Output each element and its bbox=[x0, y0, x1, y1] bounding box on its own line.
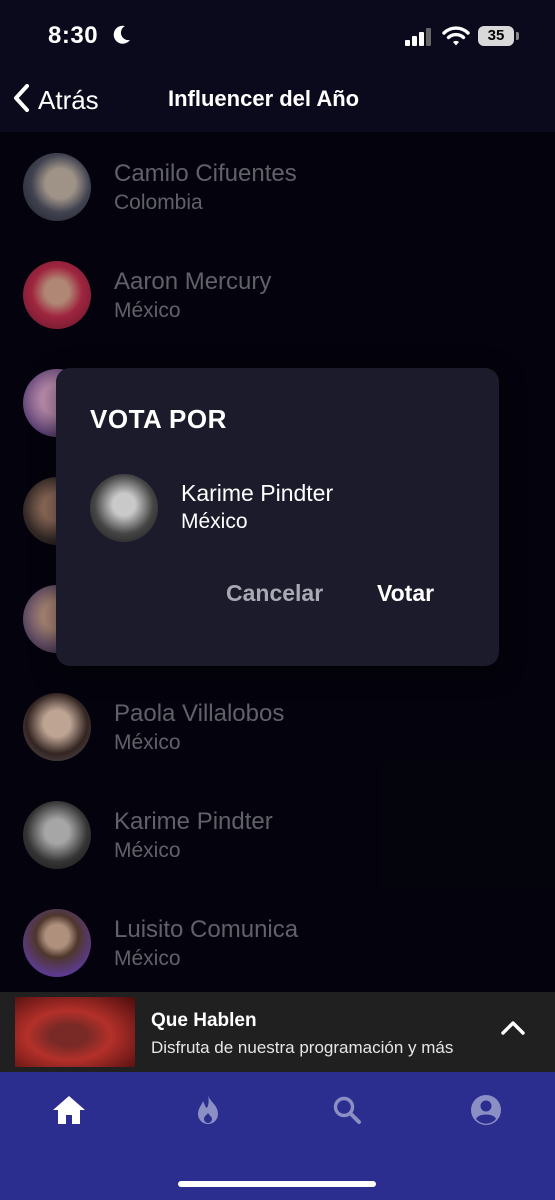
battery-icon: 35 bbox=[478, 26, 514, 46]
account-icon bbox=[470, 1094, 502, 1131]
vote-button[interactable]: Votar bbox=[377, 580, 434, 607]
avatar bbox=[90, 474, 158, 542]
chevron-up-icon[interactable] bbox=[500, 1018, 526, 1041]
battery-level: 35 bbox=[487, 27, 505, 44]
battery-cap bbox=[516, 32, 519, 40]
mini-player-thumbnail bbox=[15, 997, 135, 1067]
back-button[interactable]: Atrás bbox=[12, 80, 99, 120]
mini-player[interactable]: Que Hablen Disfruta de nuestra programac… bbox=[0, 992, 555, 1072]
vote-dialog: VOTA POR Karime Pindter México Cancelar … bbox=[56, 368, 499, 666]
cellular-signal-icon bbox=[405, 28, 433, 51]
dialog-nominee-name: Karime Pindter bbox=[181, 480, 334, 506]
page-title: Influencer del Año bbox=[168, 86, 360, 111]
dialog-nominee-country: México bbox=[181, 510, 248, 533]
moon-icon bbox=[112, 24, 132, 51]
navigation-bar: Atrás Influencer del Año bbox=[0, 70, 555, 132]
tab-home[interactable] bbox=[49, 1092, 89, 1132]
cancel-button[interactable]: Cancelar bbox=[226, 580, 323, 607]
tab-profile[interactable] bbox=[466, 1092, 506, 1132]
mini-player-subtitle: Disfruta de nuestra programación y más bbox=[151, 1038, 454, 1057]
tab-trending[interactable] bbox=[188, 1092, 228, 1132]
chevron-left-icon bbox=[12, 83, 30, 118]
status-time: 8:30 bbox=[48, 22, 99, 49]
home-icon bbox=[51, 1094, 87, 1131]
home-indicator bbox=[178, 1181, 376, 1187]
wifi-icon bbox=[442, 25, 470, 52]
flame-icon bbox=[195, 1094, 221, 1131]
mini-player-title: Que Hablen bbox=[151, 1010, 257, 1031]
dialog-title: VOTA POR bbox=[90, 404, 227, 434]
tab-search[interactable] bbox=[327, 1092, 367, 1132]
search-icon bbox=[332, 1095, 362, 1130]
back-label: Atrás bbox=[38, 84, 99, 115]
status-bar: 8:30 35 bbox=[0, 0, 555, 70]
